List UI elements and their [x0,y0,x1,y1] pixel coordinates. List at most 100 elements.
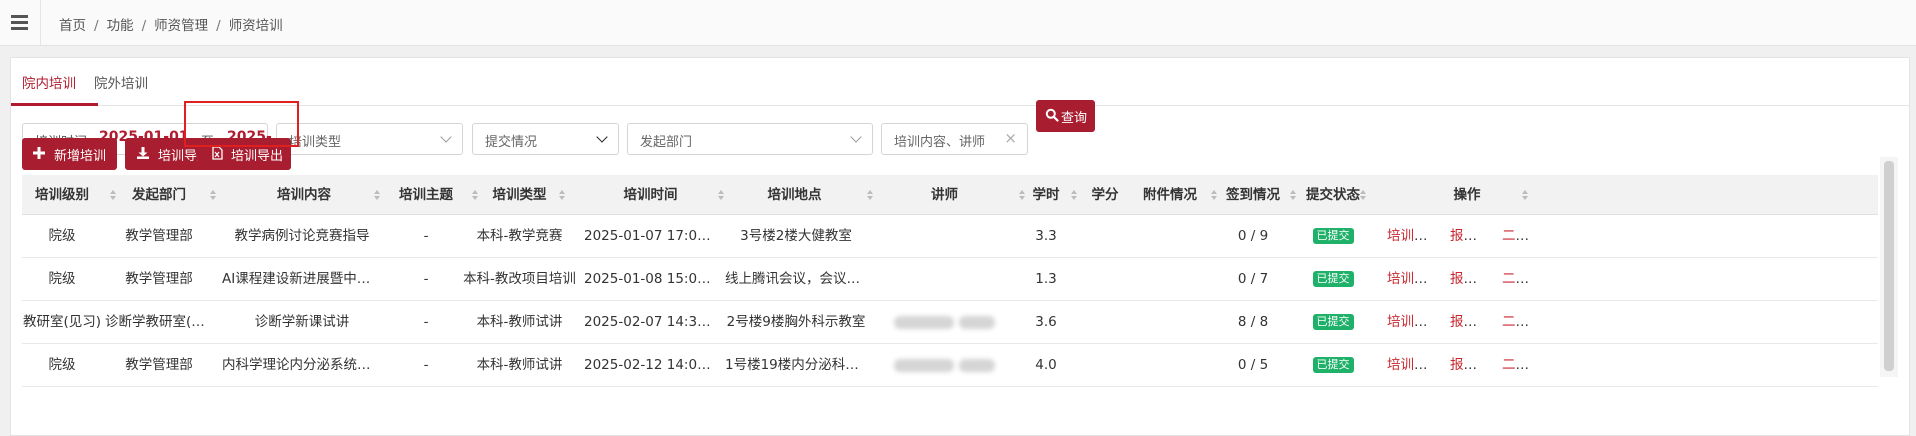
col-header-credit[interactable]: 学分 [1085,175,1125,215]
sort-icon[interactable] [374,190,380,200]
sort-icon[interactable] [559,190,565,200]
active-tab-indicator [11,103,98,106]
cell-hours: 4.0 [1035,357,1057,373]
scrollbar-thumb[interactable] [1884,161,1894,371]
table-row[interactable]: 教研室(见习) 诊断学教研室(见习) 诊断学新课试讲 - 本科-教师试讲 202… [22,301,1878,344]
cell-level: 教研室(见习) [22,314,102,330]
download-icon [137,147,149,159]
cell-signin: 8 / 8 [1237,314,1269,330]
cell-hours: 3.3 [1035,228,1057,244]
cell-hours: 3.6 [1035,314,1057,330]
sort-icon[interactable] [1071,190,1077,200]
report-link[interactable]: 报告书 [1450,344,1490,386]
blurred-lecturer [894,358,955,372]
tab-internal-training[interactable]: 院内培训 [22,72,76,92]
training-record-link[interactable]: 培训记录 [1387,344,1439,386]
cell-dept: 教学管理部 [125,271,193,287]
submit-status-placeholder: 提交情况 [485,135,538,150]
breadcrumb-current: 师资培训 [228,18,283,34]
training-record-link[interactable]: 培训记录 [1387,301,1439,343]
col-header-signin[interactable]: 签到情况 [1219,175,1287,215]
qrcode-link[interactable]: 二维码 [1502,344,1542,386]
cell-lecturer [872,301,1017,343]
department-select[interactable]: 发起部门 [627,123,873,155]
col-header-level[interactable]: 培训级别 [22,175,102,215]
cell-attachment [1134,258,1206,300]
col-header-lecturer[interactable]: 讲师 [872,175,1017,215]
cell-type: 本科-教师试讲 [476,357,563,373]
qrcode-link[interactable]: 二维码 [1502,215,1542,257]
report-link[interactable]: 报告书 [1450,301,1490,343]
tab-external-training[interactable]: 院外培训 [94,72,148,92]
table-row[interactable]: 院级 教学管理部 内科学理论内分泌系统试... - 本科-教师试讲 2025-0… [22,344,1878,387]
keyword-search-input[interactable]: 培训内容、讲师 × [881,123,1028,155]
divider [40,0,41,46]
cell-topic: - [423,228,429,244]
sort-icon[interactable] [718,190,724,200]
sort-icon[interactable] [1211,190,1217,200]
breadcrumb-faculty-mgmt[interactable]: 师资管理 [154,18,208,34]
col-header-hours[interactable]: 学时 [1026,175,1066,215]
query-button-label: 查询 [1061,111,1088,126]
table-header: 培训级别 发起部门 培训内容 培训主题 培训类型 培训时间 培训地点 讲师 学时… [22,175,1878,215]
col-header-place[interactable]: 培训地点 [725,175,864,215]
col-header-topic[interactable]: 培训主题 [384,175,468,215]
col-header-time[interactable]: 培训时间 [585,175,716,215]
breadcrumb: 首页 / 功能 / 师资管理 / 师资培训 [59,18,283,34]
cell-status: 已提交 [1298,215,1368,257]
top-bar: 首页 / 功能 / 师资管理 / 师资培训 [0,0,1916,46]
cell-topic: - [423,314,429,330]
cell-lecturer [872,344,1017,386]
cell-status: 已提交 [1298,258,1368,300]
cell-content: AI课程建设新进展暨中山... [222,271,382,287]
col-header-content[interactable]: 培训内容 [230,175,378,215]
sort-icon[interactable] [1360,190,1366,200]
cell-credit [1085,258,1125,300]
submit-status-select[interactable]: 提交情况 [472,123,619,155]
query-button[interactable]: 查询 [1036,100,1095,132]
table-row[interactable]: 院级 教学管理部 教学病例讨论竞赛指导 - 本科-教学竞赛 2025-01-07… [22,215,1878,258]
clear-icon[interactable]: × [1004,129,1017,147]
table-row[interactable]: 院级 教学管理部 AI课程建设新进展暨中山... - 本科-教改项目培训 202… [22,258,1878,301]
sort-icon[interactable] [1290,190,1296,200]
breadcrumb-function[interactable]: 功能 [107,18,134,34]
col-header-status[interactable]: 提交状态 [1298,175,1368,215]
blurred-lecturer [894,315,955,329]
add-training-button[interactable]: 新增培训 [22,138,117,170]
col-header-dept[interactable]: 发起部门 [119,175,199,215]
cell-dept: 教学管理部 [125,357,193,373]
breadcrumb-home[interactable]: 首页 [59,18,86,34]
qrcode-link[interactable]: 二维码 [1502,258,1542,300]
cell-dept: 教学管理部 [125,228,193,244]
report-link[interactable]: 报告书 [1450,215,1490,257]
cell-content: 内科学理论内分泌系统试... [222,357,382,373]
col-header-actions: 操作 [1453,187,1481,203]
training-type-select[interactable]: 培训类型 [276,123,463,155]
sort-icon[interactable] [210,190,216,200]
cell-time: 2025-02-12 14:00~17:... [584,357,719,373]
add-training-label: 新增培训 [54,149,107,164]
report-link[interactable]: 报告书 [1450,258,1490,300]
menu-icon[interactable] [10,12,30,32]
cell-type: 本科-教学竞赛 [476,228,563,244]
cell-place: 1号楼19楼内分泌科多功... [725,357,867,373]
cell-dept: 诊断学教研室(见习) [105,314,213,330]
cell-status: 已提交 [1298,301,1368,343]
sort-icon[interactable] [110,190,116,200]
training-record-link[interactable]: 培训记录 [1387,215,1439,257]
cell-time: 2025-02-07 14:30~17:... [584,314,719,330]
cell-content: 诊断学新课试讲 [254,314,350,330]
qrcode-link[interactable]: 二维码 [1502,301,1542,343]
cell-attachment [1134,301,1206,343]
cell-place: 3号楼2楼大健教室 [740,228,852,244]
cell-signin: 0 / 5 [1237,357,1269,373]
col-header-attachment[interactable]: 附件情况 [1134,175,1206,215]
cell-time: 2025-01-07 17:00~19:... [584,228,719,244]
training-record-link[interactable]: 培训记录 [1387,258,1439,300]
sort-icon[interactable] [1522,190,1528,200]
export-highlight-box [184,101,299,147]
cell-signin: 0 / 9 [1237,228,1269,244]
cell-status: 已提交 [1298,344,1368,386]
sort-icon[interactable] [1019,190,1025,200]
cell-place: 线上腾讯会议，会议号:... [725,271,867,287]
